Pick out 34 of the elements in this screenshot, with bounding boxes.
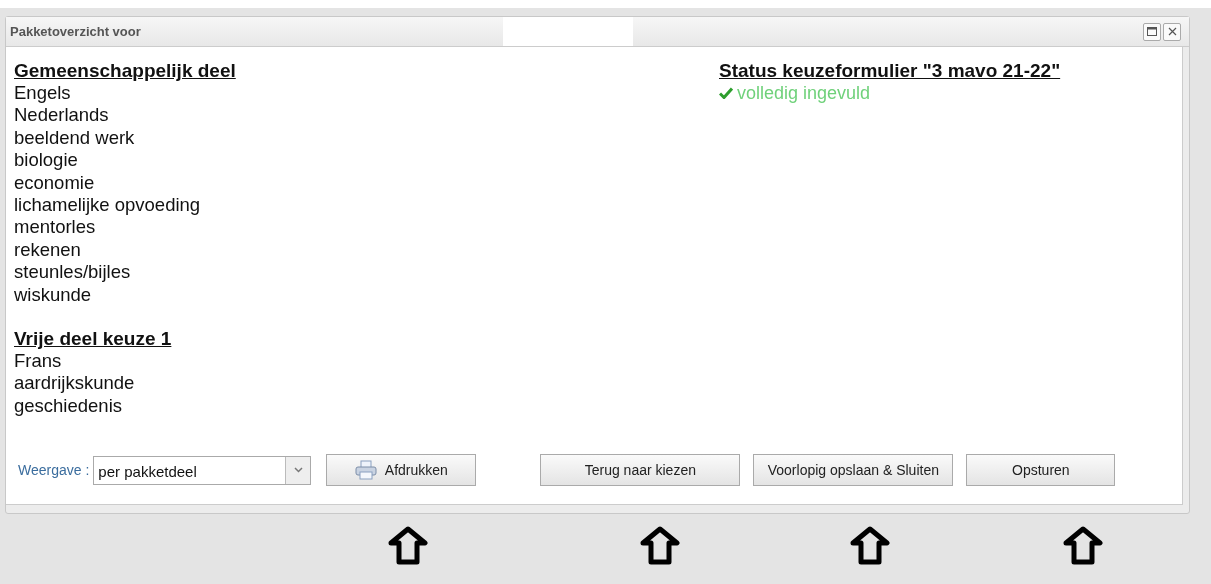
subject-item: Engels — [14, 82, 72, 105]
close-icon — [1167, 27, 1177, 36]
action-button[interactable]: Terug naar kiezen — [540, 454, 741, 486]
window-title: Pakketoverzicht voor — [9, 24, 142, 39]
subject-item: geschiedenis — [14, 394, 123, 418]
subject-item: rekenen — [14, 238, 82, 262]
section-heading: Gemeenschappelijk deel — [14, 60, 237, 82]
up-arrow-icon — [640, 526, 680, 566]
view-label: Weergave : — [18, 462, 90, 478]
subject-item: wiskunde — [14, 283, 93, 307]
subject-item: Frans — [14, 350, 63, 373]
print-button[interactable]: Afdrukken — [326, 454, 477, 486]
printer-icon — [354, 460, 377, 480]
subject-item: beeldend werk — [14, 126, 136, 150]
subject-item: steunles/bijles — [14, 261, 132, 284]
action-button[interactable]: Opsturen — [966, 454, 1116, 486]
chevron-down-icon — [293, 467, 303, 473]
subject-item: biologie — [14, 149, 79, 172]
section-heading: Vrije deel keuze 1 — [14, 328, 173, 351]
subject-item: lichamelijke opvoeding — [14, 194, 202, 217]
maximize-icon — [1147, 27, 1157, 36]
up-arrow-icon — [388, 526, 428, 566]
status-heading: Status keuzeformulier "3 mavo 21-22" — [719, 60, 1061, 82]
view-select[interactable]: per pakketdeel — [93, 455, 312, 485]
status-text: volledig ingevuld — [737, 82, 871, 104]
up-arrow-icon — [1063, 526, 1103, 566]
action-button[interactable]: Voorlopig opslaan & Sluiten — [753, 454, 954, 486]
up-arrow-icon — [850, 526, 890, 566]
close-button[interactable] — [1163, 22, 1181, 41]
subject-item: mentorles — [14, 216, 97, 239]
subject-item: economie — [14, 171, 96, 195]
subject-item: Nederlands — [14, 104, 110, 127]
subject-item: aardrijkskunde — [14, 372, 136, 395]
maximize-button[interactable] — [1143, 22, 1161, 41]
